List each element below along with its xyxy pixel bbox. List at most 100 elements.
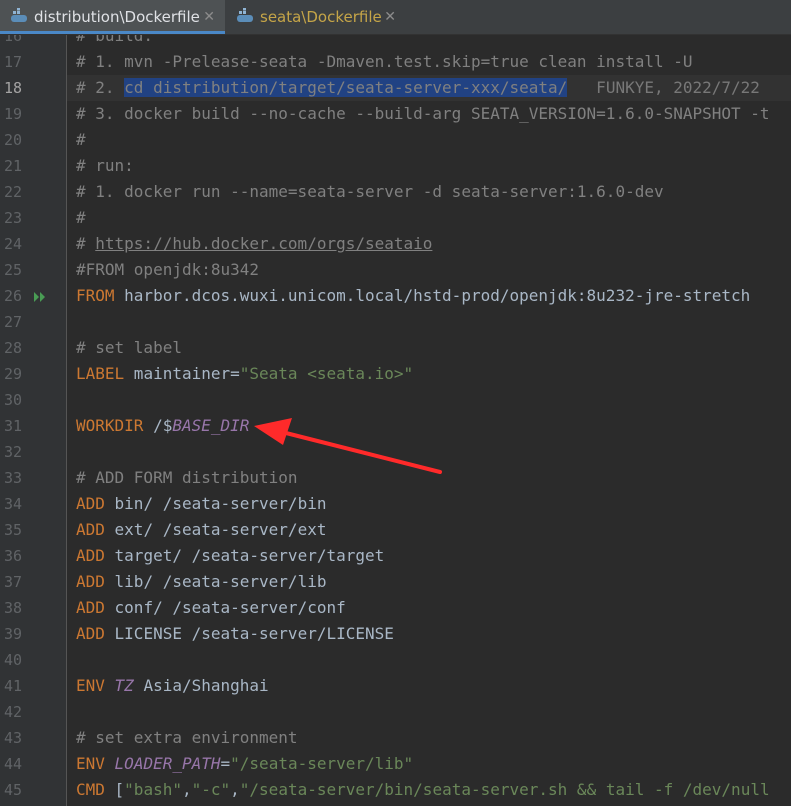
code-line: 19 # 3. docker build --no-cache --build-a…	[0, 101, 791, 127]
code-text: # https://hub.docker.com/orgs/seataio	[76, 231, 432, 257]
keyword: FROM	[76, 286, 115, 305]
code-line: 40	[0, 647, 791, 673]
code-text: # set label	[76, 338, 182, 357]
code-text: # 1. docker run --name=seata-server -d s…	[76, 182, 664, 201]
line-number: 24	[3, 235, 22, 253]
code-line: 45 CMD ["bash","-c","/seata-server/bin/se…	[0, 777, 791, 803]
line-number: 17	[3, 53, 22, 71]
line-number: 39	[3, 625, 22, 643]
code-text: ENV TZ Asia/Shanghai	[76, 673, 269, 699]
code-text: #	[76, 130, 86, 149]
code-text: ADD ext/ /seata-server/ext	[76, 517, 326, 543]
code-line: 31 WORKDIR /$BASE_DIR	[0, 413, 791, 439]
line-number: 18	[3, 79, 22, 97]
line-number: 26	[3, 287, 22, 305]
keyword: ADD	[76, 624, 105, 643]
code-text: ENV LOADER_PATH="/seata-server/lib"	[76, 751, 413, 777]
line-number: 34	[3, 495, 22, 513]
code-rest: Asia/Shanghai	[133, 676, 269, 695]
code-line: 27	[0, 309, 791, 335]
code-text: # ADD FORM distribution	[76, 468, 298, 487]
line-number: 44	[3, 755, 22, 773]
code-rest: /$	[143, 416, 173, 435]
comment-text: #	[76, 234, 96, 253]
code-text: ADD LICENSE /seata-server/LICENSE	[76, 621, 394, 647]
code-line: 43 # set extra environment	[0, 725, 791, 751]
code-line: 25 #FROM openjdk:8u342	[0, 257, 791, 283]
string-literal: "-c"	[191, 780, 231, 799]
line-number: 32	[3, 443, 22, 461]
line-number: 42	[3, 703, 22, 721]
close-icon[interactable]: ✕	[203, 9, 215, 25]
code-text: WORKDIR /$BASE_DIR	[76, 413, 249, 439]
keyword: CMD	[76, 780, 105, 799]
line-number: 22	[3, 183, 22, 201]
editor-tab-bar-overlay: distribution\Dockerfile ✕ seata\Dockerfi…	[0, 0, 791, 35]
keyword: WORKDIR	[76, 416, 144, 435]
code-rest: target/ /seata-server/target	[104, 546, 385, 565]
line-number: 41	[3, 677, 22, 695]
line-number: 29	[3, 365, 22, 383]
code-text: # run:	[76, 156, 134, 175]
code-line: 41 ENV TZ Asia/Shanghai	[0, 673, 791, 699]
line-number: 40	[3, 651, 22, 669]
git-blame-hint: FUNKYE, 2022/7/22	[567, 78, 760, 97]
keyword: ENV	[76, 676, 105, 695]
keyword: ADD	[76, 494, 105, 513]
variable: TZ	[114, 676, 134, 695]
close-icon[interactable]: ✕	[384, 9, 396, 25]
run-arrow-icon[interactable]	[33, 289, 47, 303]
line-number: 27	[3, 313, 22, 331]
docker-whale-icon	[10, 8, 28, 26]
tab-seata-dockerfile[interactable]: seata\Dockerfile ✕	[226, 0, 406, 34]
keyword: ADD	[76, 546, 105, 565]
code-text: FROM harbor.dcos.wuxi.unicom.local/hstd-…	[76, 283, 750, 309]
selected-text: cd distribution/target/seata-server-xxx/…	[124, 78, 568, 97]
code-rest: bin/ /seata-server/bin	[104, 494, 327, 513]
string-literal: "Seata <seata.io>"	[239, 364, 414, 383]
line-number: 33	[3, 469, 22, 487]
code-rest: harbor.dcos.wuxi.unicom.local/hstd-prod/…	[114, 286, 751, 305]
code-text: ADD bin/ /seata-server/bin	[76, 491, 326, 517]
keyword: ADD	[76, 598, 105, 617]
line-number: 35	[3, 521, 22, 539]
tab-label: seata\Dockerfile	[260, 8, 382, 26]
hub-link[interactable]: https://hub.docker.com/orgs/seataio	[95, 234, 432, 253]
code-line: 32	[0, 439, 791, 465]
code-line: 34 ADD bin/ /seata-server/bin	[0, 491, 791, 517]
line-number: 20	[3, 131, 22, 149]
code-rest: maintainer=	[124, 364, 240, 383]
code-line: 42	[0, 699, 791, 725]
code-line: 20 #	[0, 127, 791, 153]
line-number: 21	[3, 157, 22, 175]
line-number: 36	[3, 547, 22, 565]
docker-whale-icon	[236, 8, 254, 26]
code-line: 24 # https://hub.docker.com/orgs/seataio	[0, 231, 791, 257]
code-line: 36 ADD target/ /seata-server/target	[0, 543, 791, 569]
line-number: 37	[3, 573, 22, 591]
code-line: 23 #	[0, 205, 791, 231]
code-line: 37 ADD lib/ /seata-server/lib	[0, 569, 791, 595]
code-rest: lib/ /seata-server/lib	[104, 572, 327, 591]
code-text: # 3. docker build --no-cache --build-arg…	[76, 104, 770, 123]
code-text: ADD conf/ /seata-server/conf	[76, 595, 346, 621]
keyword: ADD	[76, 572, 105, 591]
string-literal: "/seata-server/lib"	[230, 754, 414, 773]
code-line: 39 ADD LICENSE /seata-server/LICENSE	[0, 621, 791, 647]
code-text: LABEL maintainer="Seata <seata.io>"	[76, 361, 413, 387]
tab-distribution-dockerfile[interactable]: distribution\Dockerfile ✕	[0, 0, 225, 34]
string-literal: "bash"	[124, 780, 182, 799]
line-number: 19	[3, 105, 22, 123]
code-text: # set extra environment	[76, 728, 298, 747]
string-literal: "/seata-server/bin/seata-server.sh && ta…	[239, 780, 770, 799]
line-number: 38	[3, 599, 22, 617]
keyword: ENV	[76, 754, 105, 773]
line-number: 43	[3, 729, 22, 747]
code-line: 26 FROM harbor.dcos.wuxi.unicom.local/hs…	[0, 283, 791, 309]
code-line: 28 # set label	[0, 335, 791, 361]
code-text: #FROM openjdk:8u342	[76, 260, 260, 279]
code-line: 30	[0, 387, 791, 413]
line-number: 25	[3, 261, 22, 279]
code-rest: conf/ /seata-server/conf	[104, 598, 346, 617]
code-line: 18 # 2. cd distribution/target/seata-serv…	[0, 75, 791, 101]
